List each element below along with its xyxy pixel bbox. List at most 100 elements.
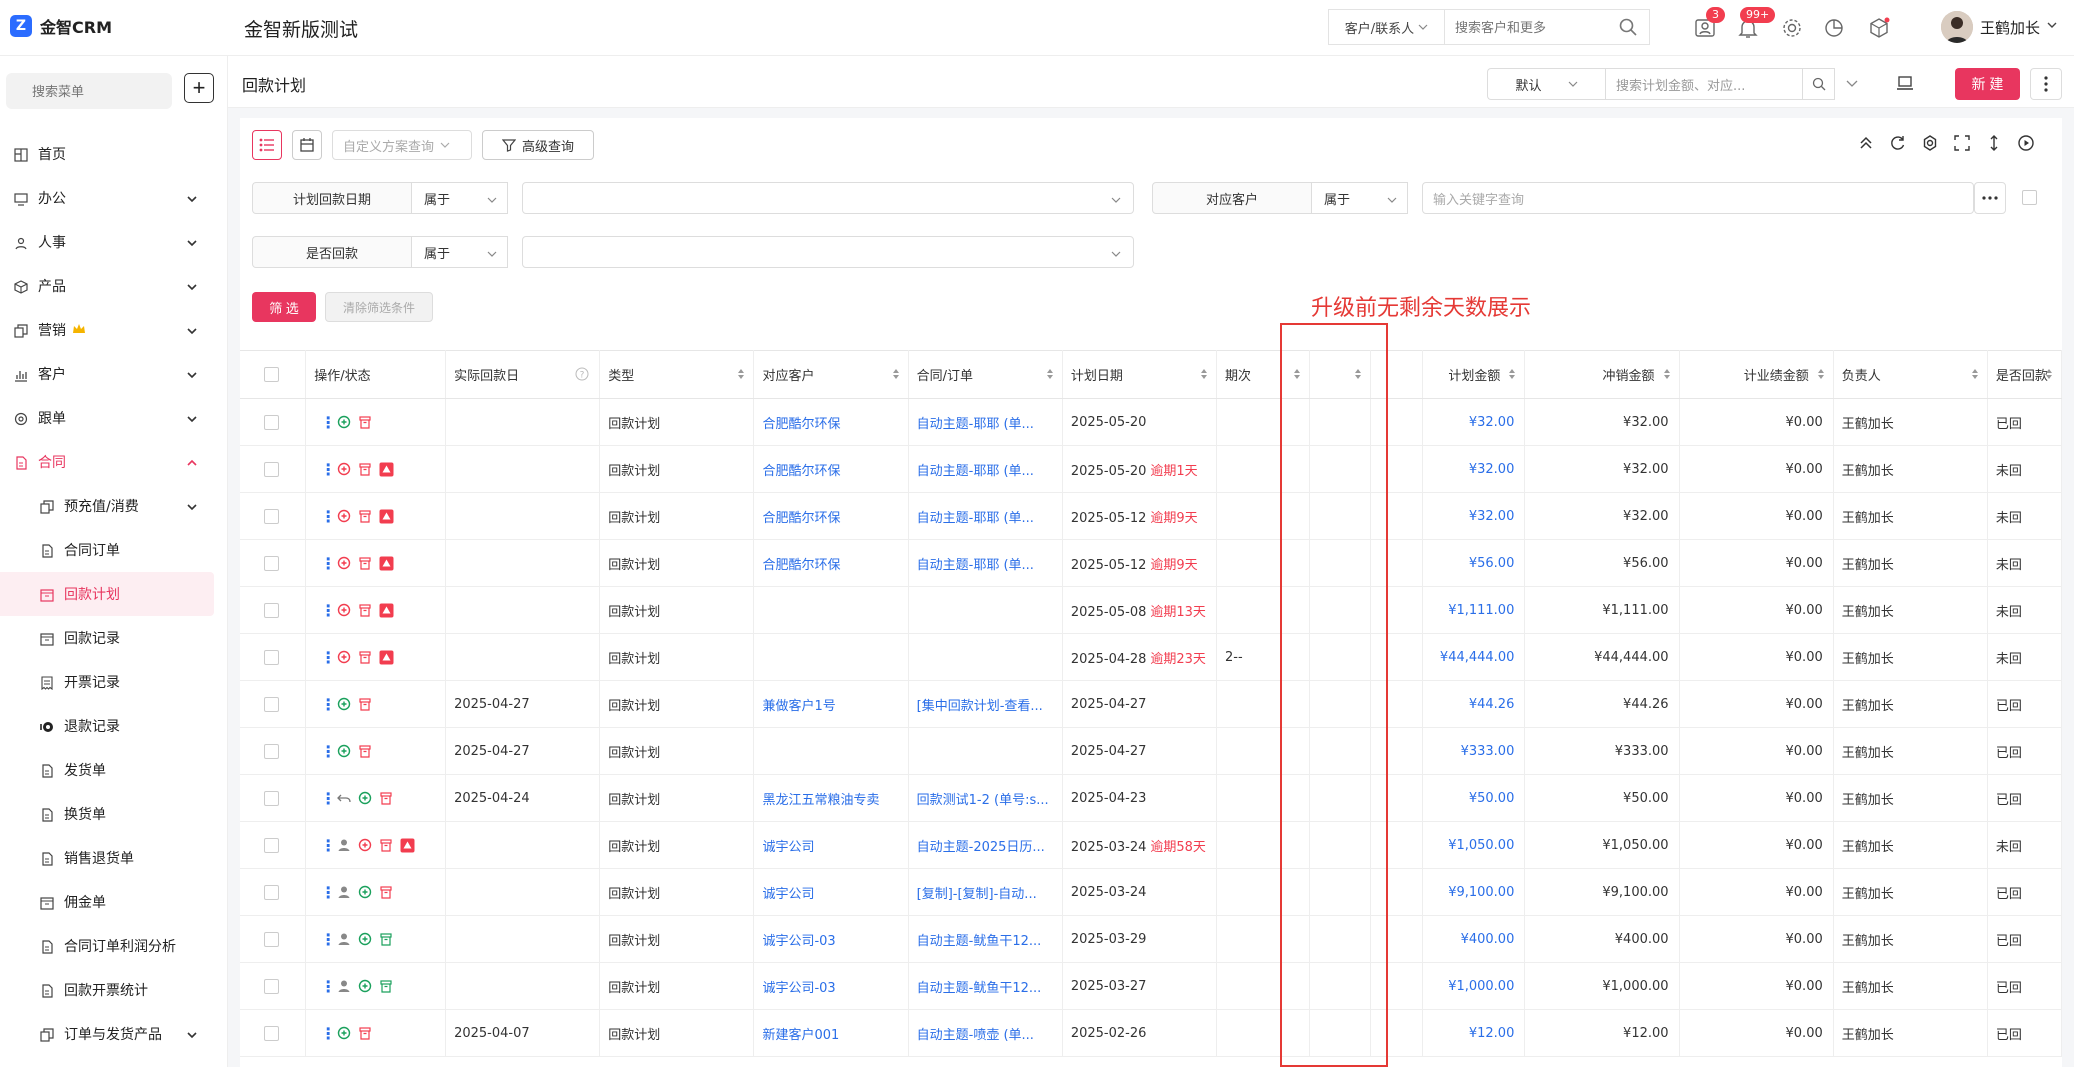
table-row[interactable]: ⋮ 2025-04-07 回款计划 新建客户001 自动主题-喷壶 (单... 2025-… <box>240 1009 2062 1057</box>
contract-cell[interactable]: 自动主题-鱿鱼干12... <box>908 915 1063 963</box>
customer-cell[interactable]: 合肥酷尔环保 <box>753 492 909 540</box>
plan-amount-cell[interactable]: ¥32.00 <box>1422 398 1526 446</box>
customer-cell[interactable] <box>753 633 909 681</box>
row-checkbox[interactable] <box>264 508 279 524</box>
row-menu-icon[interactable]: ⋮ <box>320 1024 336 1043</box>
sidebar-item-4[interactable]: 营销 <box>0 308 214 352</box>
row-checkbox[interactable] <box>264 1025 279 1041</box>
help-icon[interactable]: ? <box>575 367 589 385</box>
chevron-down-icon[interactable] <box>186 369 198 385</box>
table-row[interactable]: ⋮ 回款计划 合肥酷尔环保 自动主题-耶耶 (单... 2025-05-20 逾期1天 ¥3… <box>240 445 2062 493</box>
delete-icon[interactable] <box>379 979 393 993</box>
column-header-0[interactable]: 操作/状态 <box>305 350 447 399</box>
warning-icon[interactable] <box>379 556 394 571</box>
repay-icon[interactable] <box>358 838 372 852</box>
sidebar-item-11[interactable]: 回款记录 <box>0 616 214 660</box>
user-icon[interactable] <box>337 979 351 993</box>
search-icon[interactable] <box>1618 17 1638 37</box>
table-row[interactable]: ⋮ 回款计划 诚宇公司 自动主题-2025日历... 2025-03-24 逾期58天 ¥1… <box>240 821 2062 869</box>
sidebar-item-7[interactable]: 合同 <box>0 440 214 484</box>
delete-icon[interactable] <box>358 697 372 711</box>
new-button[interactable]: 新 建 <box>1955 68 2020 100</box>
column-header-3[interactable]: 对应客户 <box>753 350 909 399</box>
warning-icon[interactable] <box>400 838 415 853</box>
filter-operator-paid[interactable]: 属于 <box>412 236 508 268</box>
chevron-down-icon[interactable] <box>2046 19 2058 31</box>
row-menu-icon[interactable]: ⋮ <box>320 742 336 761</box>
sort-icon[interactable] <box>1817 368 1825 384</box>
table-row[interactable]: ⋮ 回款计划 合肥酷尔环保 自动主题-耶耶 (单... 2025-05-20 ¥32.00… <box>240 398 2062 446</box>
repay-icon[interactable] <box>358 932 372 946</box>
avatar[interactable] <box>1941 11 1973 43</box>
table-row[interactable]: ⋮ 回款计划 2025-04-28 逾期23天 2-- ¥44,444.00 ¥44,444… <box>240 633 2062 681</box>
contract-cell[interactable]: 自动主题-耶耶 (单... <box>908 445 1063 493</box>
sidebar-item-17[interactable]: 佣金单 <box>0 880 214 924</box>
sidebar-item-19[interactable]: 回款开票统计 <box>0 968 214 1012</box>
pie-chart-icon[interactable] <box>1822 16 1846 40</box>
clear-filter-button[interactable]: 清除筛选条件 <box>325 292 433 322</box>
chevron-down-icon[interactable] <box>186 501 198 517</box>
contract-cell[interactable]: [复制]-[复制]-自动... <box>908 868 1063 916</box>
row-menu-icon[interactable]: ⋮ <box>320 930 336 949</box>
filter-value-customer[interactable]: 输入关键字查询 <box>1422 182 1974 214</box>
contract-cell[interactable]: 自动主题-2025日历... <box>908 821 1063 869</box>
plan-amount-cell[interactable]: ¥400.00 <box>1422 915 1526 963</box>
column-header-9[interactable]: 计划金额 <box>1422 350 1526 399</box>
delete-icon[interactable] <box>358 415 372 429</box>
sidebar-item-5[interactable]: 客户 <box>0 352 214 396</box>
sidebar-item-0[interactable]: 首页 <box>0 132 214 176</box>
sort-icon[interactable] <box>2045 368 2053 384</box>
contract-cell[interactable]: [集中回款计划-查看... <box>908 680 1063 728</box>
customer-cell[interactable]: 合肥酷尔环保 <box>753 539 909 587</box>
plan-amount-cell[interactable]: ¥44.26 <box>1422 680 1526 728</box>
add-menu-button[interactable]: + <box>184 73 214 103</box>
logo[interactable]: Z 金智CRM <box>10 14 112 38</box>
repay-icon[interactable] <box>337 744 351 758</box>
customer-cell[interactable] <box>753 586 909 634</box>
sidebar-item-3[interactable]: 产品 <box>0 264 214 308</box>
contract-cell[interactable]: 自动主题-耶耶 (单... <box>908 539 1063 587</box>
play-icon[interactable] <box>2017 134 2035 152</box>
filter-button[interactable]: 筛 选 <box>252 292 316 322</box>
column-header-6[interactable]: 期次 <box>1216 350 1310 399</box>
plan-amount-cell[interactable]: ¥333.00 <box>1422 727 1526 775</box>
delete-icon[interactable] <box>358 1026 372 1040</box>
repay-icon[interactable] <box>337 462 351 476</box>
sort-icon[interactable] <box>1663 368 1671 384</box>
row-checkbox[interactable] <box>264 461 279 477</box>
sort-icon[interactable] <box>737 368 745 384</box>
delete-icon[interactable] <box>379 932 393 946</box>
repay-icon[interactable] <box>337 556 351 570</box>
repay-icon[interactable] <box>337 415 351 429</box>
table-row[interactable]: ⋮ 回款计划 诚宇公司-03 自动主题-鱿鱼干12... 2025-03-29 ¥400.… <box>240 915 2062 963</box>
chevron-down-icon[interactable] <box>186 281 198 297</box>
contract-cell[interactable] <box>908 586 1063 634</box>
delete-icon[interactable] <box>379 885 393 899</box>
customer-cell[interactable]: 诚宇公司-03 <box>753 962 909 1010</box>
customer-cell[interactable]: 诚宇公司-03 <box>753 915 909 963</box>
plan-amount-cell[interactable]: ¥50.00 <box>1422 774 1526 822</box>
row-menu-icon[interactable]: ⋮ <box>320 507 336 526</box>
sidebar-item-14[interactable]: 发货单 <box>0 748 214 792</box>
undo-icon[interactable] <box>337 791 351 805</box>
row-menu-icon[interactable]: ⋮ <box>320 601 336 620</box>
contract-cell[interactable]: 回款测试1-2 (单号:s... <box>908 774 1063 822</box>
delete-icon[interactable] <box>358 744 372 758</box>
warning-icon[interactable] <box>379 650 394 665</box>
user-icon[interactable] <box>337 932 351 946</box>
column-header-7[interactable] <box>1309 350 1372 399</box>
warning-icon[interactable] <box>379 603 394 618</box>
row-menu-icon[interactable]: ⋮ <box>320 460 336 479</box>
repay-icon[interactable] <box>337 603 351 617</box>
contract-cell[interactable]: 自动主题-耶耶 (单... <box>908 492 1063 540</box>
column-header-12[interactable]: 负责人 <box>1833 350 1988 399</box>
sort-icon[interactable] <box>1354 368 1362 384</box>
table-row[interactable]: ⋮ 2025-04-27 回款计划 2025-04-27 ¥333.00 ¥333.00 ¥… <box>240 727 2062 775</box>
delete-icon[interactable] <box>379 838 393 852</box>
row-height-icon[interactable] <box>1985 134 2003 152</box>
table-row[interactable]: ⋮ 2025-04-24 回款计划 黑龙江五常粮油专卖 回款测试1-2 (单号:s...… <box>240 774 2062 822</box>
view-search-input[interactable]: 搜索计划金额、对应... <box>1605 68 1803 100</box>
warning-icon[interactable] <box>379 509 394 524</box>
plan-amount-cell[interactable]: ¥1,000.00 <box>1422 962 1526 1010</box>
sidebar-item-15[interactable]: 换货单 <box>0 792 214 836</box>
